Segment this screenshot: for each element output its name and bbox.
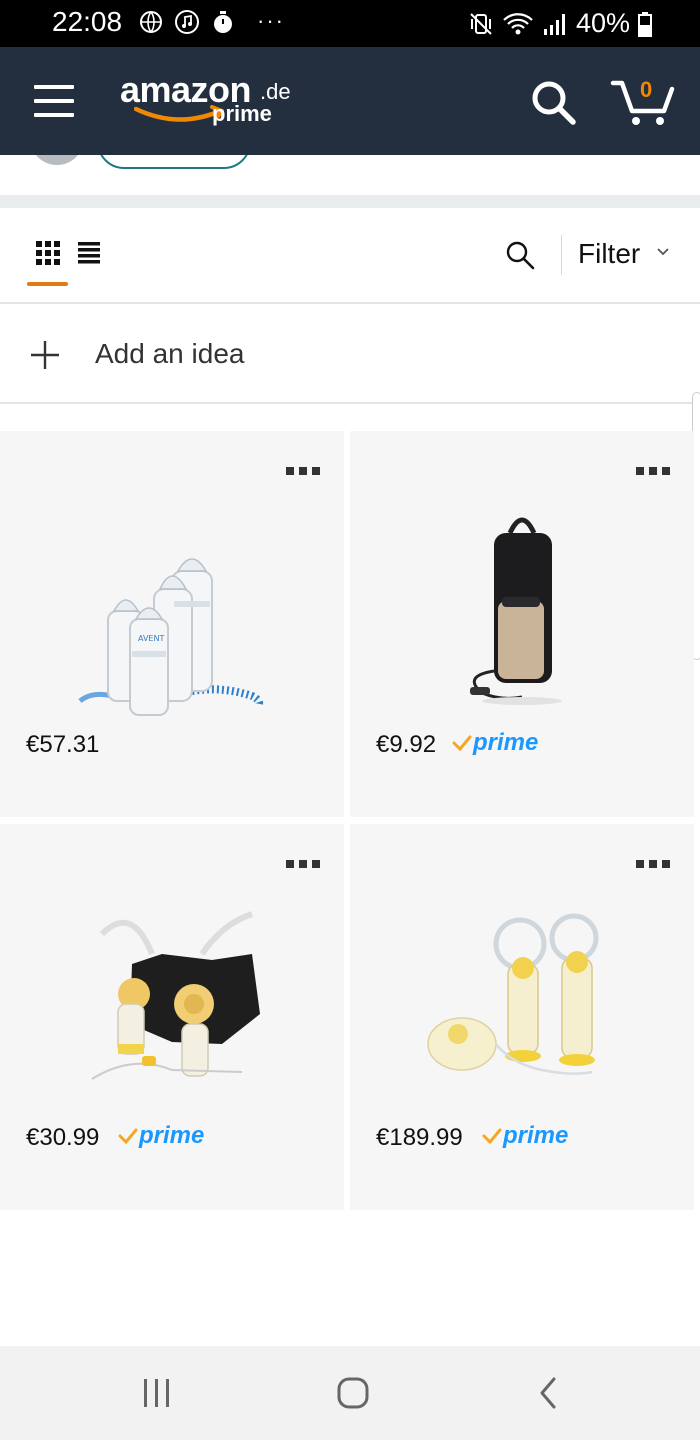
product-price: €30.99 xyxy=(26,1124,100,1151)
prime-label: prime xyxy=(473,729,539,756)
list-toolbar: Filter xyxy=(0,208,700,304)
product-card[interactable]: AVENT €57.31 xyxy=(0,431,344,817)
music-icon xyxy=(175,10,199,34)
more-options-icon[interactable] xyxy=(636,467,670,475)
globe-icon xyxy=(140,11,162,33)
status-notification-icons xyxy=(138,9,236,35)
prime-label: prime xyxy=(139,1122,205,1149)
prime-badge: prime xyxy=(118,1122,204,1150)
check-icon xyxy=(118,1128,138,1145)
svg-text:AVENT: AVENT xyxy=(138,634,164,643)
prime-badge: prime xyxy=(482,1122,568,1150)
grid-view-icon[interactable] xyxy=(36,241,60,265)
chevron-down-icon[interactable] xyxy=(656,247,670,257)
cart-count-badge: 0 xyxy=(640,77,653,102)
signal-icon xyxy=(543,13,565,35)
bottle-cooler-bag-image xyxy=(470,517,562,705)
plus-icon xyxy=(31,341,59,369)
avatar[interactable] xyxy=(30,155,84,165)
logo-prime: prime xyxy=(212,101,272,126)
product-card[interactable]: €30.99 prime xyxy=(0,824,344,1210)
status-system-icons: 40% xyxy=(468,8,652,39)
wifi-icon xyxy=(503,12,533,34)
status-bar: 22:08 ··· 40% xyxy=(0,0,700,47)
active-view-indicator xyxy=(27,282,68,286)
timer-icon xyxy=(214,11,232,33)
home-icon[interactable] xyxy=(336,1376,370,1410)
add-idea-label: Add an idea xyxy=(95,338,245,369)
product-price: €189.99 xyxy=(376,1124,463,1151)
battery-level: 40% xyxy=(575,8,630,38)
hamburger-menu-icon[interactable] xyxy=(34,85,74,117)
prime-badge: prime xyxy=(452,729,538,757)
status-time: 22:08 xyxy=(52,6,123,37)
check-icon xyxy=(482,1128,502,1145)
check-icon xyxy=(452,735,472,752)
status-more: ··· xyxy=(257,8,285,33)
recent-apps-icon[interactable] xyxy=(140,1376,174,1410)
more-options-icon[interactable] xyxy=(636,860,670,868)
baby-bottles-set-image: AVENT xyxy=(78,558,264,716)
add-idea-row[interactable]: Add an idea xyxy=(0,304,700,404)
product-card[interactable]: €189.99 prime xyxy=(350,824,694,1210)
search-icon[interactable] xyxy=(530,79,576,125)
product-price: €57.31 xyxy=(26,731,100,758)
hands-free-pumping-bra-image xyxy=(91,911,260,1080)
search-icon[interactable] xyxy=(505,240,535,270)
product-price: €9.92 xyxy=(376,731,437,758)
more-options-icon[interactable] xyxy=(286,467,320,475)
app-header: amazon .de prime 0 xyxy=(0,47,700,155)
cart-button[interactable]: 0 xyxy=(610,75,676,127)
back-icon[interactable] xyxy=(532,1376,566,1410)
list-view-icon[interactable] xyxy=(78,242,100,264)
list-action-button[interactable] xyxy=(97,155,251,169)
list-owner-strip xyxy=(0,155,700,195)
more-options-icon[interactable] xyxy=(286,860,320,868)
product-card[interactable]: €9.92 prime xyxy=(350,431,694,817)
prime-label: prime xyxy=(503,1122,569,1149)
amazon-prime-logo[interactable]: amazon .de prime xyxy=(120,69,300,139)
filter-button[interactable]: Filter xyxy=(578,238,640,270)
system-nav-bar xyxy=(0,1346,700,1440)
battery-icon xyxy=(638,11,652,37)
section-divider xyxy=(0,195,700,208)
vibrate-mute-icon xyxy=(470,12,492,35)
double-breast-pump-image xyxy=(427,913,599,1075)
toolbar-divider xyxy=(561,235,562,275)
